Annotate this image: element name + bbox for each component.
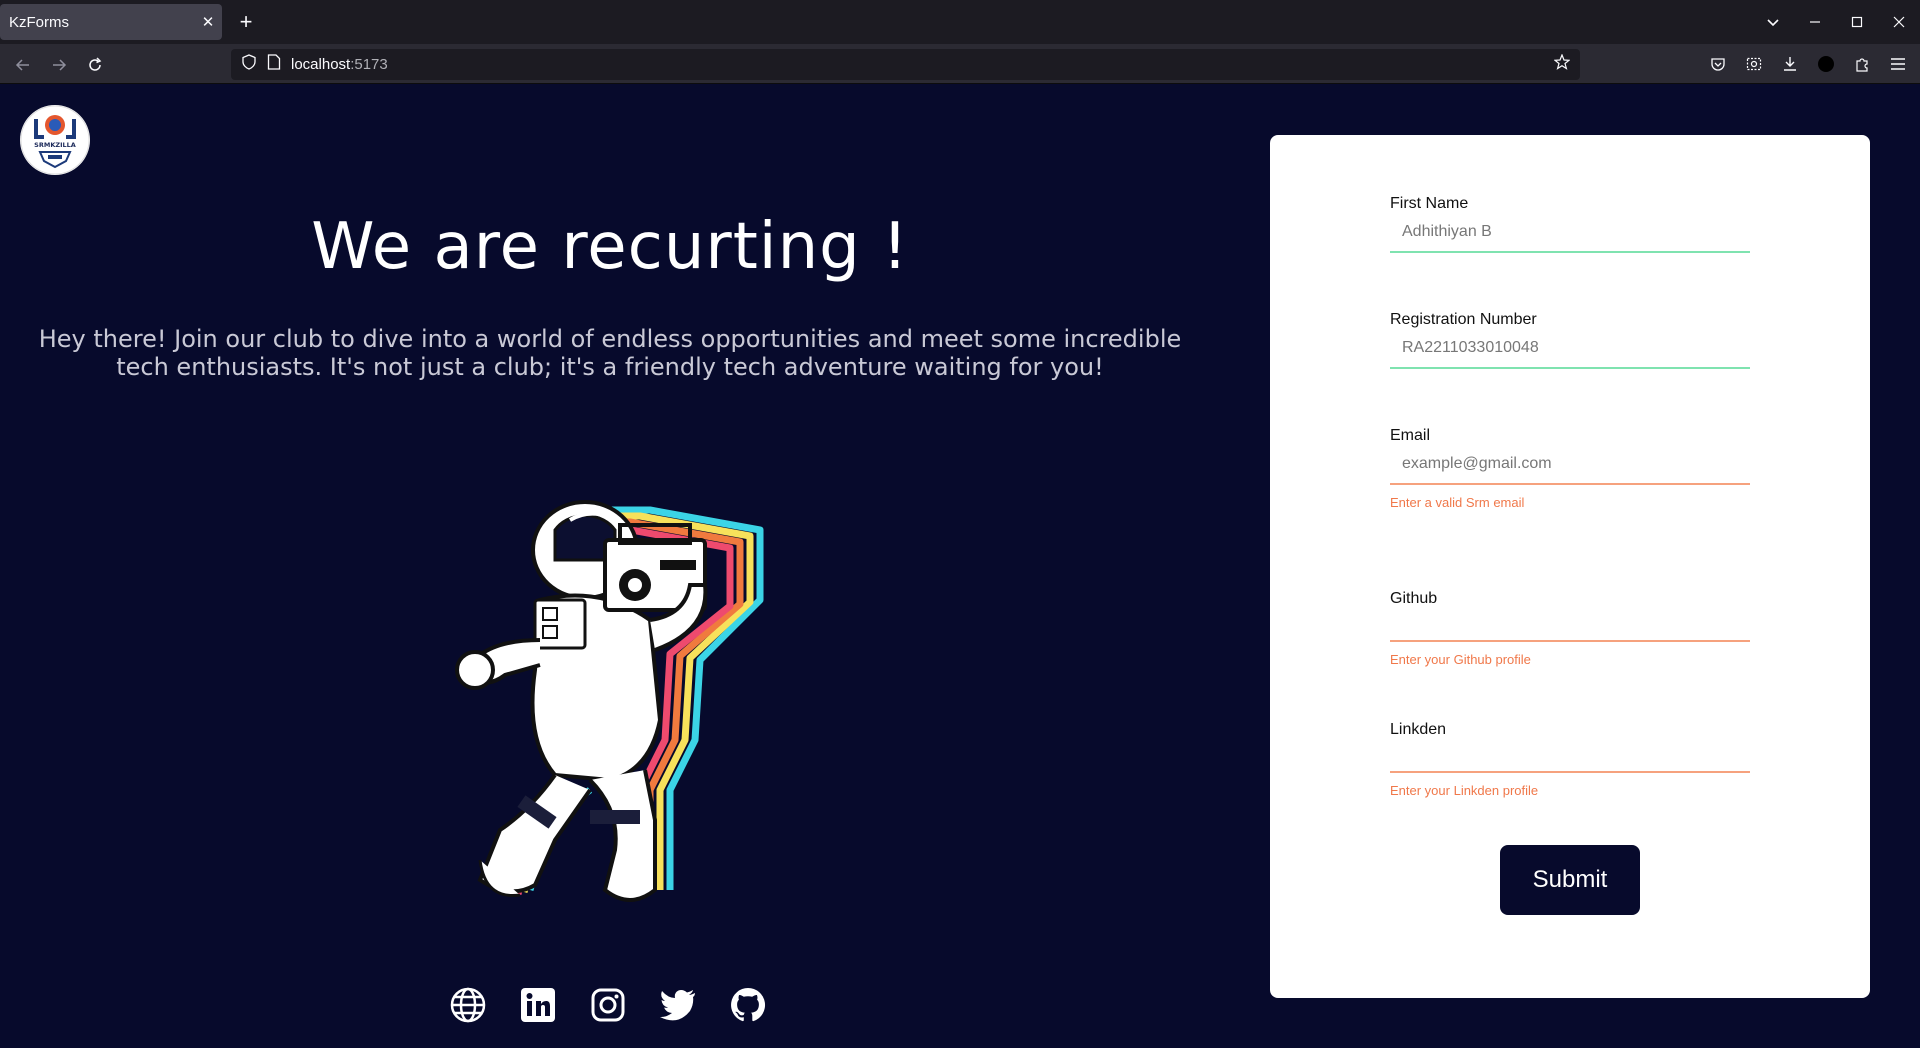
linkedin-icon[interactable] [520, 987, 556, 1023]
account-avatar-icon[interactable] [1808, 44, 1844, 84]
minimize-button[interactable] [1794, 0, 1836, 44]
twitter-icon[interactable] [660, 987, 696, 1023]
screenshot-icon[interactable] [1736, 44, 1772, 84]
social-links [450, 987, 766, 1023]
page-content: SRMKZILLA We are recurting ! Hey there! … [0, 85, 1920, 1048]
url-bar[interactable]: localhost:5173 [231, 49, 1580, 80]
club-logo[interactable]: SRMKZILLA [20, 105, 90, 175]
extensions-icon[interactable] [1844, 44, 1880, 84]
tab-close-icon[interactable]: ✕ [194, 8, 222, 36]
maximize-button[interactable] [1836, 0, 1878, 44]
github-error: Enter your Github profile [1390, 652, 1531, 667]
close-window-button[interactable] [1878, 0, 1920, 44]
linkedin-input[interactable] [1390, 739, 1750, 773]
github-input[interactable] [1390, 608, 1750, 642]
registration-number-label: Registration Number [1390, 311, 1537, 328]
email-label: Email [1390, 427, 1431, 444]
shield-icon[interactable] [241, 54, 257, 75]
linkedin-field: Linkden Enter your Linkden profile [1390, 721, 1750, 798]
globe-icon[interactable] [450, 987, 486, 1023]
forward-arrow-icon[interactable] [44, 50, 74, 80]
github-icon[interactable] [730, 987, 766, 1023]
astronaut-illustration [455, 500, 764, 902]
github-label: Github [1390, 590, 1438, 607]
registration-form-card: First Name Registration Number Email Ent… [1270, 135, 1870, 998]
first-name-field: First Name [1390, 195, 1750, 253]
menu-hamburger-icon[interactable] [1880, 44, 1916, 84]
first-name-input[interactable] [1390, 213, 1750, 253]
email-input[interactable] [1390, 445, 1750, 485]
bookmark-star-icon[interactable] [1553, 53, 1571, 75]
new-tab-button[interactable]: + [232, 8, 260, 36]
browser-tab[interactable]: KzForms ✕ [0, 4, 222, 40]
reload-icon[interactable] [80, 50, 110, 80]
email-error: Enter a valid Srm email [1390, 495, 1525, 510]
linkedin-error: Enter your Linkden profile [1390, 783, 1539, 798]
tab-title: KzForms [9, 13, 69, 31]
tab-list-chevron-icon[interactable] [1752, 0, 1794, 44]
pocket-icon[interactable] [1700, 44, 1736, 84]
registration-number-input[interactable] [1390, 329, 1750, 369]
hero-subtitle: Hey there! Join our club to dive into a … [38, 325, 1182, 381]
logo-text: SRMKZILLA [34, 141, 76, 149]
hero-title: We are recurting ! [311, 210, 909, 284]
linkedin-label: Linkden [1390, 721, 1447, 738]
back-arrow-icon[interactable] [8, 50, 38, 80]
page-icon [267, 54, 281, 75]
downloads-icon[interactable] [1772, 44, 1808, 84]
registration-number-field: Registration Number [1390, 311, 1750, 369]
browser-tab-strip: KzForms ✕ + [0, 0, 1920, 44]
email-field: Email Enter a valid Srm email [1390, 427, 1750, 510]
github-field: Github Enter your Github profile [1390, 590, 1750, 667]
url-host: localhost [291, 56, 351, 73]
first-name-label: First Name [1390, 195, 1469, 212]
browser-nav-bar: localhost:5173 [0, 44, 1920, 84]
submit-button[interactable]: Submit [1500, 845, 1640, 915]
instagram-icon[interactable] [590, 987, 626, 1023]
url-port: :5173 [350, 56, 388, 73]
